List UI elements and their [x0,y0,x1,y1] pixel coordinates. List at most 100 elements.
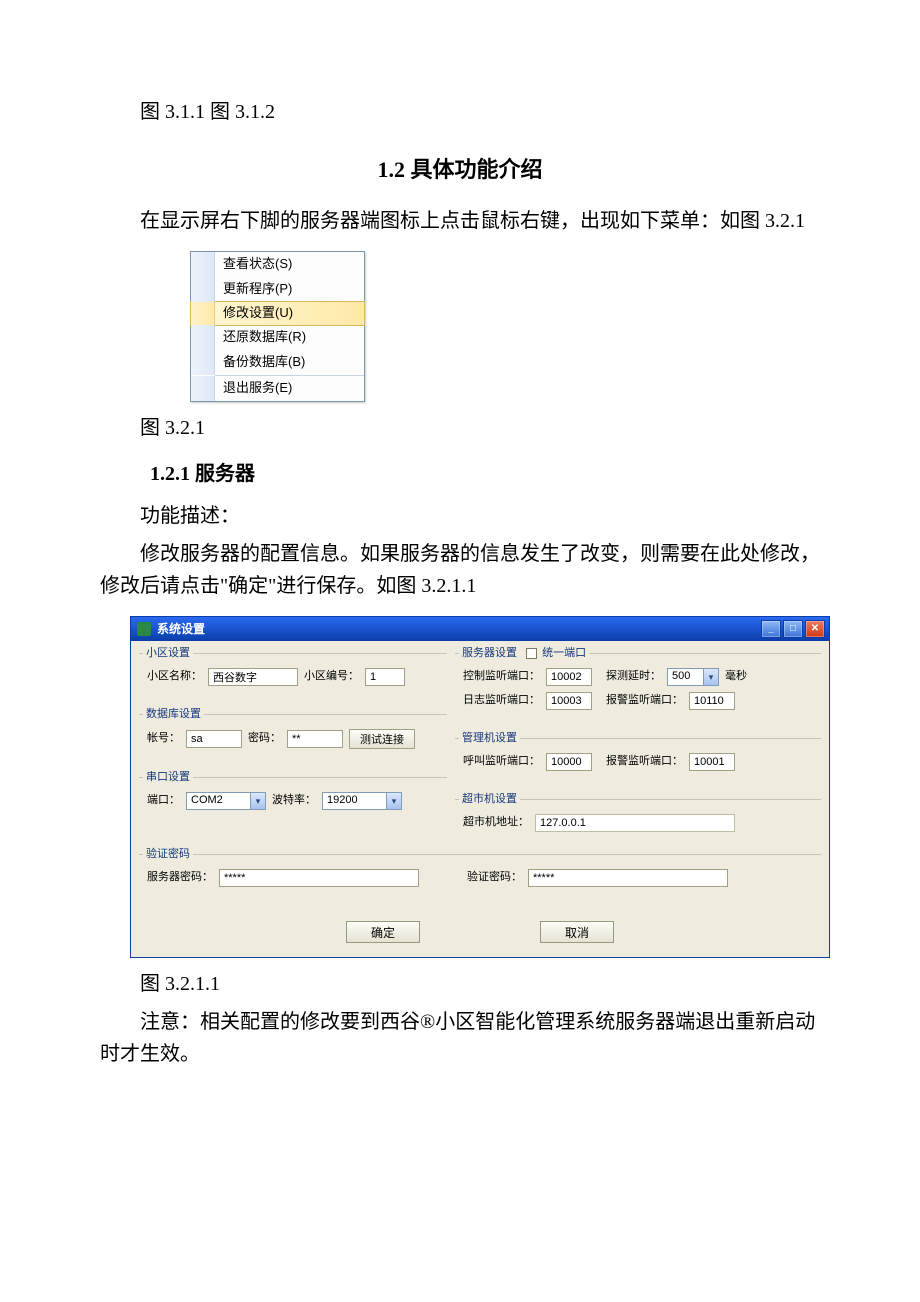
group-market: 超市机设置 超市机地址： [455,799,821,844]
group-database: 数据库设置 帐号： 密码： 测试连接 [139,714,447,761]
ctrl-port-input[interactable] [546,668,592,686]
ctx-label: 还原数据库(R) [215,327,306,348]
close-icon: ✕ [811,621,819,637]
serial-port-select[interactable]: COM2 ▾ [186,792,266,810]
srv-pwd-label: 服务器密码： [147,869,213,887]
log-port-input[interactable] [546,692,592,710]
minimize-icon: _ [768,621,774,637]
menu-gutter [191,350,215,375]
verify-pwd-label: 验证密码： [467,869,522,887]
close-button[interactable]: ✕ [805,620,825,638]
serial-port-value: COM2 [187,792,250,810]
body-1-2-1: 修改服务器的配置信息。如果服务器的信息发生了改变，则需要在此处修改，修改后请点击… [100,538,820,602]
call-port-input[interactable] [546,753,592,771]
maximize-icon: □ [790,621,796,637]
probe-delay-label: 探测延时： [606,668,661,686]
settings-dialog-figure: 系统设置 _ □ ✕ 小区设置 小区名称： [130,616,830,958]
maximize-button[interactable]: □ [783,620,803,638]
legend-market: 超市机设置 [459,791,520,809]
dialog-titlebar[interactable]: 系统设置 _ □ ✕ [131,617,829,641]
community-code-label: 小区编号： [304,668,359,686]
group-community: 小区设置 小区名称： 小区编号： [139,653,447,698]
dialog-title: 系统设置 [157,620,761,639]
minimize-button[interactable]: _ [761,620,781,638]
ctx-item-settings[interactable]: 修改设置(U) [190,301,365,326]
window-buttons: _ □ ✕ [761,620,825,638]
legend-server-text: 服务器设置 [462,647,517,659]
baud-select[interactable]: 19200 ▾ [322,792,402,810]
unified-port-label: 统一端口 [542,647,586,659]
chevron-down-icon: ▾ [250,793,265,809]
legend-serial: 串口设置 [143,769,193,787]
heading-1-2: 1.2 具体功能介绍 [100,152,820,187]
db-pwd-input[interactable] [287,730,343,748]
figure-ref-311-312: 图 3.1.1 图 3.1.2 [100,96,820,128]
chevron-down-icon: ▾ [703,669,718,685]
legend-server: 服务器设置 统一端口 [459,645,589,663]
srv-pwd-input[interactable] [219,869,419,887]
ctrl-port-label: 控制监听端口： [463,668,540,686]
ctx-label: 备份数据库(B) [215,352,305,373]
group-verify: 验证密码 服务器密码： 验证密码： [139,854,821,899]
market-addr-label: 超市机地址： [463,814,529,832]
ctx-label: 修改设置(U) [215,303,293,324]
ctx-item-exit[interactable]: 退出服务(E) [191,376,364,401]
heading-1-2-1: 1.2.1 服务器 [100,458,820,490]
menu-gutter [191,277,215,302]
log-port-label: 日志监听端口： [463,692,540,710]
ok-button[interactable]: 确定 [346,921,420,943]
db-user-label: 帐号： [147,730,180,748]
ctx-item-backup-db[interactable]: 备份数据库(B) [191,350,364,375]
db-test-button[interactable]: 测试连接 [349,729,415,749]
unified-port-checkbox[interactable] [526,648,537,659]
baud-label: 波特率： [272,792,316,810]
func-desc-label: 功能描述： [100,500,820,532]
dialog-left-column: 小区设置 小区名称： 小区编号： 数据库设置 帐号： [139,649,447,844]
menu-gutter [191,325,215,350]
ctx-label: 查看状态(S) [215,254,292,275]
community-name-input[interactable] [208,668,298,686]
alarm-port-label: 报警监听端口： [606,692,683,710]
dialog-right-column: 服务器设置 统一端口 控制监听端口： 探测延时： 500 ▾ [455,649,821,844]
menu-gutter [191,252,215,277]
intro-1-2: 在显示屏右下脚的服务器端图标上点击鼠标右键，出现如下菜单：如图 3.2.1 [100,205,820,237]
mgr-alarm-port-input[interactable] [689,753,735,771]
menu-gutter [191,376,215,401]
alarm-port-input[interactable] [689,692,735,710]
verify-pwd-input[interactable] [528,869,728,887]
cancel-button[interactable]: 取消 [540,921,614,943]
mgr-alarm-port-label: 报警监听端口： [606,753,683,771]
settings-dialog: 系统设置 _ □ ✕ 小区设置 小区名称： [130,616,830,958]
community-code-input[interactable] [365,668,405,686]
dialog-body: 小区设置 小区名称： 小区编号： 数据库设置 帐号： [131,641,829,957]
community-name-label: 小区名称： [147,668,202,686]
ctx-item-view-status[interactable]: 查看状态(S) [191,252,364,277]
caption-3-2-1: 图 3.2.1 [100,412,820,444]
baud-value: 19200 [323,792,386,810]
call-port-label: 呼叫监听端口： [463,753,540,771]
ctx-item-restore-db[interactable]: 还原数据库(R) [191,325,364,350]
context-menu-figure: 查看状态(S) 更新程序(P) 修改设置(U) 还原数据库(R) 备份数据库(B… [190,251,820,402]
chevron-down-icon: ▾ [386,793,401,809]
group-serial: 串口设置 端口： COM2 ▾ 波特率： 19200 ▾ [139,777,447,822]
dialog-actions: 确定 取消 [139,921,821,943]
legend-verify: 验证密码 [143,846,193,864]
ctx-label: 更新程序(P) [215,279,292,300]
probe-delay-value: 500 [668,668,703,686]
app-icon [137,622,151,636]
ctx-item-update[interactable]: 更新程序(P) [191,277,364,302]
ctx-label: 退出服务(E) [215,378,292,399]
db-user-input[interactable] [186,730,242,748]
probe-delay-unit: 毫秒 [725,668,747,686]
menu-gutter [191,302,215,325]
db-pwd-label: 密码： [248,730,281,748]
caption-3-2-1-1: 图 3.2.1.1 [100,968,820,1000]
document-page: 图 3.1.1 图 3.1.2 1.2 具体功能介绍 在显示屏右下脚的服务器端图… [0,0,920,1136]
dialog-full-row: 验证密码 服务器密码： 验证密码： [139,854,821,899]
legend-database: 数据库设置 [143,706,204,724]
market-addr-input[interactable] [535,814,735,832]
serial-port-label: 端口： [147,792,180,810]
probe-delay-select[interactable]: 500 ▾ [667,668,719,686]
legend-community: 小区设置 [143,645,193,663]
note-text: 注意：相关配置的修改要到西谷®小区智能化管理系统服务器端退出重新启动时才生效。 [100,1006,820,1070]
